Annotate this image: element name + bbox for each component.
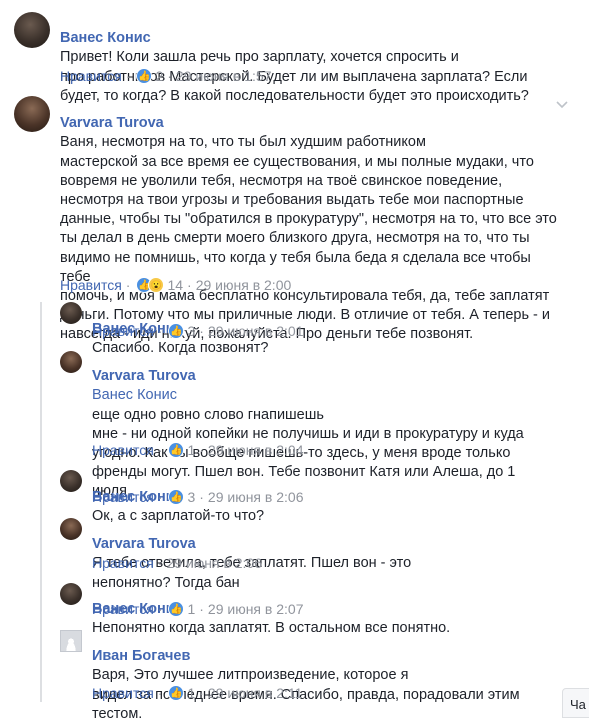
comment-author[interactable]: Varvara Turova (92, 368, 196, 384)
reactions[interactable]: 👍 2 (136, 68, 163, 84)
comment-actions: Нравится · 👍 3 · 29 июня в 2:06 (92, 489, 304, 505)
like-button[interactable]: Нравится (60, 68, 122, 84)
reaction-count: 2 (155, 68, 164, 84)
thumbs-up-icon: 👍 (168, 323, 185, 339)
comment-actions: Нравится · 👍 3 · 29 июня в 2:01 (92, 323, 304, 339)
avatar[interactable] (60, 583, 82, 605)
comment-time[interactable]: 29 июня в 1:57 (176, 68, 272, 84)
reaction-count: 1 (187, 685, 196, 701)
reactions[interactable]: 👍 1 (168, 685, 195, 701)
avatar[interactable] (14, 96, 50, 132)
chat-tab[interactable]: Ча (562, 688, 589, 718)
like-button[interactable]: Нравится (92, 323, 154, 339)
avatar[interactable] (14, 12, 50, 48)
thumbs-up-icon: 👍 (168, 601, 185, 617)
reply-thread-line (40, 302, 42, 702)
comment-author[interactable]: Ванес Конис (60, 30, 151, 46)
avatar[interactable] (60, 518, 82, 540)
reactions[interactable]: 👍 3 (168, 489, 195, 505)
reactions[interactable]: 👍 1 (168, 601, 195, 617)
like-button[interactable]: Нравится (60, 277, 122, 293)
comment-time[interactable]: 29 июня в 2:06 (166, 555, 262, 571)
avatar[interactable] (60, 351, 82, 373)
comment-author[interactable]: Иван Богачев (92, 648, 190, 664)
thumbs-up-icon: 👍 (168, 442, 185, 458)
comment-actions: Нравится · 👍 1 · 29 июня в 2:11 (92, 685, 303, 701)
comment-author[interactable]: Varvara Turova (92, 536, 196, 552)
avatar[interactable] (60, 630, 82, 652)
comment-time[interactable]: 29 июня в 2:01 (208, 323, 304, 339)
comment-actions: Нравится · 👍 1 · 29 июня в 2:07 (92, 601, 304, 617)
like-button[interactable]: Нравится (92, 601, 154, 617)
mention-link[interactable]: Ванес Конис (92, 387, 177, 403)
default-avatar-icon (64, 637, 78, 651)
like-button[interactable]: Нравится (92, 555, 154, 571)
comment-actions: Нравится · 👍 2 · 29 июня в 1:57 (60, 68, 272, 84)
reaction-count: 1 (187, 442, 196, 458)
avatar[interactable] (60, 302, 82, 324)
thumbs-up-icon: 👍 (136, 68, 153, 84)
thumbs-up-icon: 👍 (168, 685, 185, 701)
comment-time[interactable]: 29 июня в 2:07 (208, 601, 304, 617)
comment-time[interactable]: 29 июня в 2:11 (208, 685, 303, 701)
reaction-count: 14 (167, 277, 184, 293)
comment-author[interactable]: Varvara Turova (60, 115, 164, 131)
comment-time[interactable]: 29 июня в 2:06 (208, 489, 304, 505)
thumbs-up-icon: 👍 (168, 489, 185, 505)
like-button[interactable]: Нравится (92, 489, 154, 505)
reaction-count: 3 (187, 323, 196, 339)
reactions[interactable]: 👍 3 (168, 323, 195, 339)
wow-reaction-icon: 😮 (148, 277, 165, 293)
comment-time[interactable]: 29 июня в 2:00 (196, 277, 292, 293)
reaction-count: 1 (187, 601, 196, 617)
comment-actions: Нравится · 👍 😮 14 · 29 июня в 2:00 (60, 277, 292, 293)
reactions[interactable]: 👍 😮 14 (136, 277, 183, 293)
like-button[interactable]: Нравится (92, 685, 154, 701)
comment-time[interactable]: 29 июня в 2:04 (208, 442, 304, 458)
avatar[interactable] (60, 470, 82, 492)
reaction-count: 3 (187, 489, 196, 505)
comment-actions: Нравится · 29 июня в 2:06 (92, 555, 263, 571)
reactions[interactable]: 👍 1 (168, 442, 195, 458)
comment-actions: Нравится · 👍 1 · 29 июня в 2:04 (92, 442, 304, 458)
like-button[interactable]: Нравится (92, 442, 154, 458)
